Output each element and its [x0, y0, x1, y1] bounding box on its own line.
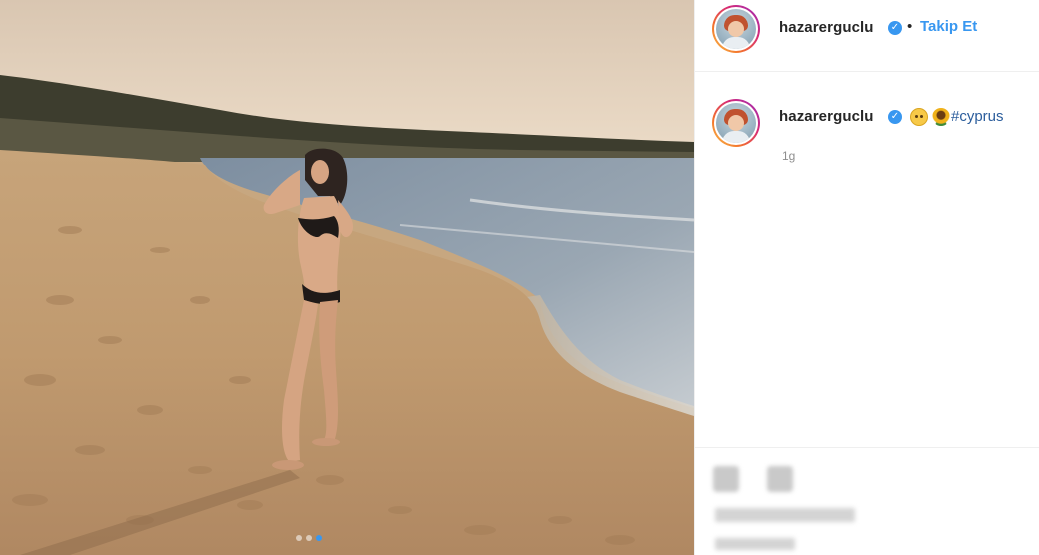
follow-button[interactable]: Takip Et [920, 18, 977, 35]
post-actions-blurred [695, 447, 1039, 555]
caption-username[interactable]: hazarerguclu [779, 108, 874, 125]
separator-dot: • [907, 18, 913, 35]
avatar-image [716, 9, 756, 49]
likes-count-blurred [715, 508, 855, 522]
pensive-face-emoji-icon [910, 108, 928, 126]
header-username[interactable]: hazarerguclu [779, 19, 874, 36]
profile-avatar[interactable] [712, 5, 760, 53]
beach-photo-scene [0, 0, 694, 555]
carousel-indicator[interactable] [296, 535, 322, 541]
caption-hashtag-link[interactable]: #cyprus [951, 108, 1004, 125]
sunflower-emoji-icon [932, 108, 950, 126]
comment-icon[interactable] [767, 466, 793, 492]
post-time[interactable]: 1g [782, 149, 795, 163]
carousel-dot[interactable] [306, 535, 312, 541]
avatar-image [716, 103, 756, 143]
post-sidebar: hazarerguclu ✓ • Takip Et hazarerguclu ✓… [694, 0, 1039, 555]
post-photo[interactable] [0, 0, 694, 555]
post-header: hazarerguclu ✓ • Takip Et [695, 0, 1039, 72]
caption-avatar[interactable] [712, 99, 760, 147]
carousel-dot[interactable] [296, 535, 302, 541]
carousel-dot-active[interactable] [316, 535, 322, 541]
heart-icon[interactable] [713, 466, 739, 492]
verified-badge-icon: ✓ [888, 110, 902, 124]
date-blurred [715, 538, 795, 550]
verified-badge-icon: ✓ [888, 21, 902, 35]
caption-area: hazarerguclu ✓ #cyprus 1g [695, 72, 1039, 447]
